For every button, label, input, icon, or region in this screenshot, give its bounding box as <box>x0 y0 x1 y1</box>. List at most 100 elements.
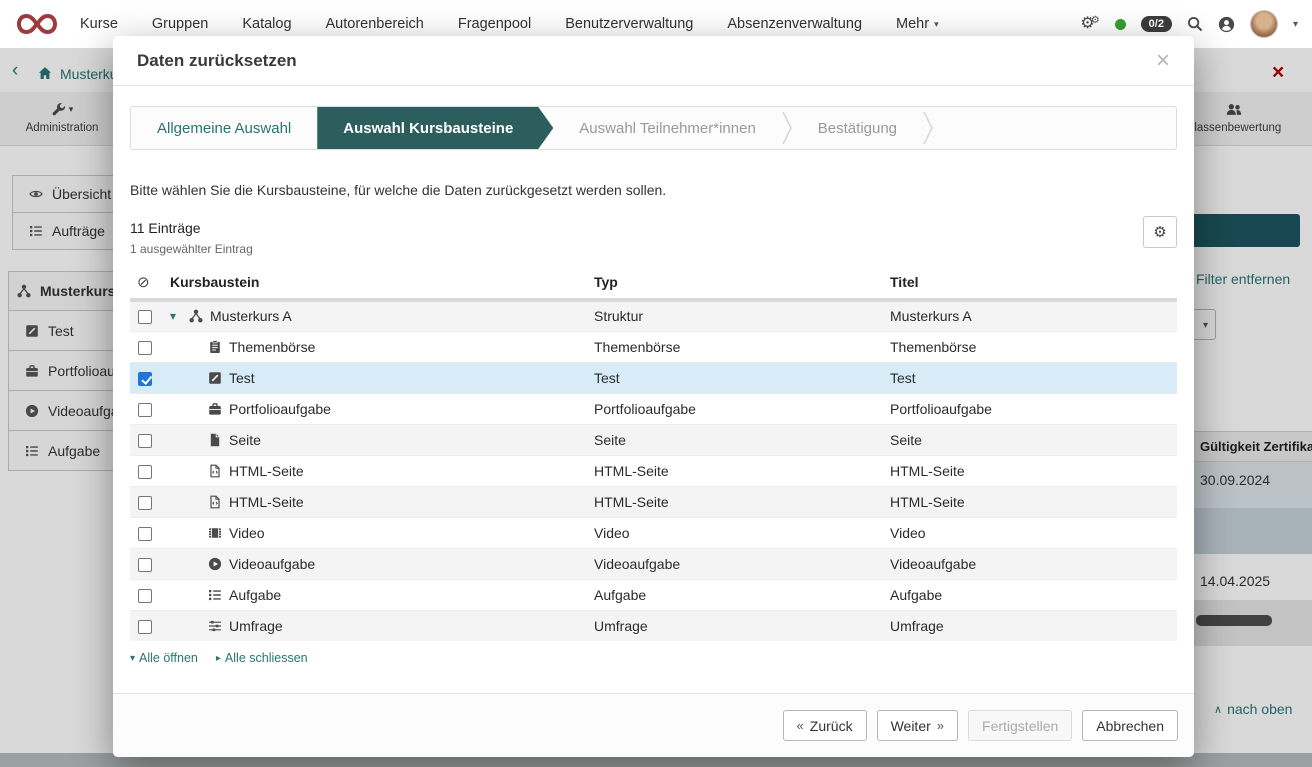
checkbox-cell <box>130 609 166 641</box>
table-header-row: ⊘ Kursbaustein Typ Titel <box>130 268 1177 302</box>
course-element-row[interactable]: Portfolioaufgabe Portfolioaufgabe Portfoli… <box>130 392 1177 424</box>
row-checkbox[interactable] <box>138 495 152 510</box>
table-settings-button[interactable]: ⚙ <box>1143 216 1177 248</box>
typ-cell: Aufgabe <box>590 578 886 610</box>
checkbox-cell <box>130 516 166 548</box>
course-elements-table-body: ▾ Musterkurs A Struktur Musterkurs A Themenb… <box>130 299 1177 641</box>
nav-item-label: Absenzenverwaltung <box>727 16 863 32</box>
nav-item-mehr[interactable]: Mehr ▾ <box>896 16 939 32</box>
row-checkbox[interactable] <box>138 464 152 479</box>
chevron-down-icon: ▾ <box>934 18 939 29</box>
row-checkbox[interactable] <box>138 433 152 448</box>
nav-item-label: Katalog <box>242 16 292 32</box>
checkbox-cell <box>130 299 166 331</box>
course-element-row[interactable]: ▾ Musterkurs A Struktur Musterkurs A <box>130 299 1177 331</box>
test-icon <box>208 371 222 385</box>
counter-badge[interactable]: 0/2 <box>1140 16 1172 32</box>
typ-cell: Test <box>590 361 886 393</box>
element-name: Portfolioaufgabe <box>229 400 331 417</box>
row-checkbox[interactable] <box>138 371 152 386</box>
column-header-kursbaustein[interactable]: Kursbaustein <box>166 268 590 302</box>
expand-all-link[interactable]: ▾ Alle öffnen <box>130 651 198 665</box>
course-element-row[interactable]: HTML-Seite HTML-Seite HTML-Seite <box>130 454 1177 486</box>
admin-gears-icon[interactable]: ⚙⚙ <box>1080 16 1099 32</box>
course-element-row[interactable]: Videoaufgabe Videoaufgabe Videoaufgabe <box>130 547 1177 579</box>
checkbox-cell <box>130 361 166 393</box>
tree-links: ▾ Alle öffnen ▸ Alle schliessen <box>130 651 1177 665</box>
nav-item-label: Benutzerverwaltung <box>565 16 694 32</box>
collapse-caret-icon[interactable]: ▾ <box>170 309 182 323</box>
htmlpage-icon <box>208 464 222 478</box>
course-element-row[interactable]: Themenbörse Themenbörse Themenbörse <box>130 330 1177 362</box>
dialog-title: Daten zurücksetzen <box>137 50 297 70</box>
kursbaustein-cell: Video <box>166 516 590 548</box>
row-checkbox[interactable] <box>138 588 152 603</box>
element-name: Video <box>229 524 265 541</box>
nav-item-kurse[interactable]: Kurse <box>80 16 118 32</box>
row-checkbox[interactable] <box>138 526 152 541</box>
course-element-row[interactable]: Aufgabe Aufgabe Aufgabe <box>130 578 1177 610</box>
dialog-footer: «Zurück Weiter» Fertigstellen Abbrechen <box>113 693 1194 757</box>
portfolio-icon <box>208 402 222 416</box>
checkbox-cell <box>130 547 166 579</box>
typ-cell: HTML-Seite <box>590 454 886 486</box>
row-checkbox[interactable] <box>138 557 152 572</box>
nav-item-fragenpool[interactable]: Fragenpool <box>458 16 531 32</box>
user-profile-icon[interactable] <box>1218 16 1235 33</box>
element-name: Umfrage <box>229 617 283 634</box>
typ-cell: HTML-Seite <box>590 485 886 517</box>
course-element-row[interactable]: Test Test Test <box>130 361 1177 393</box>
nav-item-katalog[interactable]: Katalog <box>242 16 291 32</box>
openolat-logo-icon[interactable] <box>14 11 60 37</box>
finish-button[interactable]: Fertigstellen <box>968 710 1073 741</box>
course-element-row[interactable]: HTML-Seite HTML-Seite HTML-Seite <box>130 485 1177 517</box>
nav-item-autorenbereich[interactable]: Autorenbereich <box>326 16 424 32</box>
chevron-down-icon[interactable]: ▾ <box>1293 19 1298 30</box>
back-button[interactable]: «Zurück <box>782 710 867 741</box>
titel-cell: Video <box>886 516 1177 548</box>
video-icon <box>208 526 222 540</box>
collapse-all-link[interactable]: ▸ Alle schliessen <box>216 651 308 665</box>
wizard-steps: Allgemeine Auswahl Auswahl Kursbausteine… <box>130 106 1177 150</box>
kursbaustein-cell: Seite <box>166 423 590 455</box>
deselect-all-icon[interactable]: ⊘ <box>137 274 150 291</box>
wizard-step-auswahl-kursbausteine: Auswahl Kursbausteine <box>317 107 553 149</box>
nav-item-label: Mehr <box>896 16 930 32</box>
videotask-icon <box>208 557 222 571</box>
row-checkbox[interactable] <box>138 402 152 417</box>
course-element-row[interactable]: Seite Seite Seite <box>130 423 1177 455</box>
topic-icon <box>208 339 222 354</box>
gear-icon: ⚙ <box>1153 224 1167 241</box>
nav-item-benutzerverwaltung[interactable]: Benutzerverwaltung <box>565 16 693 32</box>
typ-cell: Videoaufgabe <box>590 547 886 579</box>
selected-count: 1 ausgewählter Eintrag <box>130 242 253 256</box>
search-icon[interactable] <box>1187 16 1203 32</box>
column-header-typ[interactable]: Typ <box>590 268 886 302</box>
close-dialog-icon[interactable]: × <box>1156 48 1170 73</box>
wizard-step-allgemeine-auswahl[interactable]: Allgemeine Auswahl <box>131 107 317 149</box>
column-header-titel[interactable]: Titel <box>886 268 1177 302</box>
checkbox-cell <box>130 423 166 455</box>
page-icon <box>208 433 222 447</box>
row-checkbox[interactable] <box>138 340 152 355</box>
user-avatar[interactable] <box>1249 10 1278 38</box>
screen: ‹ Musterkurs × ▾ Administration Klassenb… <box>0 0 1312 767</box>
next-button[interactable]: Weiter» <box>876 710 959 741</box>
course-element-row[interactable]: Video Video Video <box>130 516 1177 548</box>
nav-item-absenzenverwaltung[interactable]: Absenzenverwaltung <box>727 16 862 32</box>
row-checkbox[interactable] <box>138 310 152 325</box>
kursbaustein-cell: HTML-Seite <box>166 454 590 486</box>
nav-item-gruppen[interactable]: Gruppen <box>152 16 208 32</box>
row-checkbox[interactable] <box>138 619 152 634</box>
element-name: Seite <box>229 431 261 448</box>
caret-down-icon: ▾ <box>130 652 136 664</box>
presence-dot-icon <box>1114 18 1126 30</box>
nav-item-label: Fragenpool <box>457 16 532 32</box>
cancel-button[interactable]: Abbrechen <box>1082 710 1178 741</box>
kursbaustein-cell: Portfolioaufgabe <box>166 392 590 424</box>
element-name: Test <box>229 369 255 386</box>
course-element-row[interactable]: Umfrage Umfrage Umfrage <box>130 609 1177 641</box>
reset-data-dialog: Daten zurücksetzen × Allgemeine Auswahl … <box>113 36 1194 757</box>
wizard-step-bestaetigung: Bestätigung <box>817 119 898 137</box>
dialog-header: Daten zurücksetzen × <box>113 36 1194 86</box>
